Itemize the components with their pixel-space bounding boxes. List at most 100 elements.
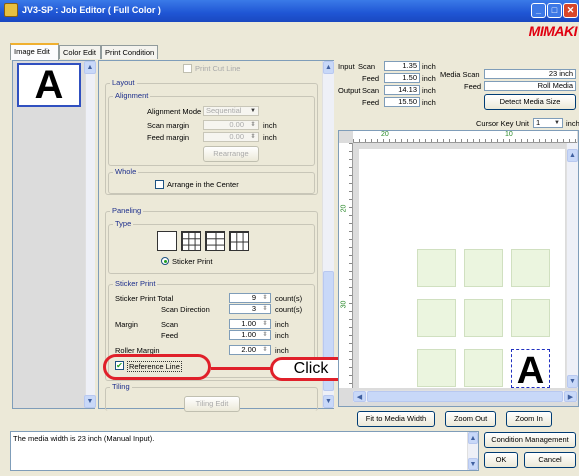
input-scan-label: Scan: [358, 62, 376, 71]
thumbnail-item[interactable]: A: [17, 63, 81, 107]
tiling-edit-button[interactable]: Tiling Edit: [184, 396, 240, 412]
scan-margin-unit: inch: [263, 121, 277, 130]
tab-print-condition[interactable]: Print Condition: [101, 45, 158, 59]
arrange-center-label: Arrange in the Center: [167, 180, 239, 189]
margin-scan-input[interactable]: 1.00 ⇳: [229, 319, 271, 329]
ruler-tick-v30: 30: [340, 300, 348, 309]
alignment-title: Alignment: [113, 91, 151, 100]
input-scan-unit: inch: [422, 62, 436, 71]
alignment-mode-select[interactable]: Sequential ▼: [203, 106, 259, 116]
cancel-button[interactable]: Cancel: [524, 452, 576, 468]
input-feed-label: Feed: [362, 74, 380, 83]
maximize-button[interactable]: □: [547, 3, 562, 18]
output-label: Output: [338, 86, 361, 95]
margin-label: Margin: [115, 320, 138, 329]
margin-feed-unit: inch: [275, 331, 289, 340]
sticker-total-label: Sticker Print Total: [115, 294, 174, 303]
whole-title: Whole: [113, 167, 139, 176]
ruler-tick-20: 20: [381, 131, 389, 138]
zoom-in-button[interactable]: Zoom In: [506, 411, 552, 427]
sticker-tile: [464, 249, 503, 287]
scroll-down-button[interactable]: ▼: [84, 395, 96, 408]
cursor-key-unit-select[interactable]: 1 ▼: [533, 118, 563, 128]
scan-margin-label: Scan margin: [147, 121, 190, 130]
print-cut-line-checkbox[interactable]: [183, 64, 192, 73]
feed-margin-input[interactable]: 0.00 ⇳: [203, 132, 259, 142]
output-feed-label: Feed: [362, 98, 380, 107]
output-feed-value: 15.50: [384, 97, 420, 107]
fit-to-media-width-button[interactable]: Fit to Media Width: [357, 411, 435, 427]
zoom-out-button[interactable]: Zoom Out: [445, 411, 496, 427]
arrange-center-checkbox[interactable]: [155, 180, 164, 189]
minimize-button[interactable]: _: [531, 3, 546, 18]
sticker-total-input[interactable]: 9 ⇳: [229, 293, 271, 303]
margin-feed-input[interactable]: 1.00 ⇳: [229, 330, 271, 340]
panel-type-single[interactable]: [157, 231, 177, 251]
media-scan-value: 23 inch: [484, 69, 576, 79]
preview-v-scrollbar[interactable]: ▲ ▼: [566, 143, 578, 388]
scroll-up-button[interactable]: ▲: [84, 61, 96, 74]
title-bar: JV3-SP : Job Editor ( Full Color ) _ □ ✕: [0, 0, 579, 22]
scan-direction-unit: count(s): [275, 305, 303, 314]
panel-type-grid[interactable]: [181, 231, 201, 251]
scan-margin-input[interactable]: 0.00 ⇳: [203, 120, 259, 130]
ruler-tick-10: 10: [505, 131, 513, 138]
media-feed-value: Roll Media: [484, 81, 576, 91]
cursor-key-unit-label: Cursor Key Unit: [476, 119, 529, 128]
scan-direction-input[interactable]: 3 ⇳: [229, 304, 271, 314]
cursor-key-unit-unit: inch: [566, 119, 579, 128]
preview-scroll-up[interactable]: ▲: [567, 149, 578, 162]
thumbnail-list: A ▲ ▼: [12, 60, 96, 409]
thumbnail-letter: A: [34, 63, 64, 107]
preview-scroll-right[interactable]: ▶: [564, 391, 577, 402]
tab-image-edit[interactable]: Image Edit: [10, 43, 59, 60]
type-title: Type: [113, 219, 134, 228]
sticker-tile: [464, 349, 503, 387]
margin-scan-label: Scan: [161, 320, 179, 329]
output-scan-label: Scan: [362, 86, 380, 95]
ok-button[interactable]: OK: [484, 452, 518, 468]
media-canvas[interactable]: A: [359, 149, 565, 392]
settings-scroll-down[interactable]: ▼: [323, 395, 334, 408]
sticker-tile: [417, 349, 456, 387]
status-message-box: The media width is 23 inch (Manual Input…: [10, 431, 479, 471]
selected-image[interactable]: A: [511, 349, 550, 392]
roller-margin-unit: inch: [275, 346, 289, 355]
condition-management-button[interactable]: Condition Management: [484, 432, 576, 448]
thumbnail-scrollbar[interactable]: ▲ ▼: [84, 61, 96, 408]
preview-h-scrollbar[interactable]: ◀ ▶: [353, 390, 577, 402]
panel-type-brick[interactable]: [229, 231, 249, 251]
detect-media-size-button[interactable]: Detect Media Size: [484, 94, 576, 110]
sticker-total-unit: count(s): [275, 294, 303, 303]
preview-scroll-down[interactable]: ▼: [567, 375, 578, 388]
preview-scroll-left[interactable]: ◀: [353, 391, 366, 402]
tiling-group: Tiling Tiling Edit: [105, 382, 318, 412]
paneling-title: Paneling: [110, 206, 144, 215]
settings-scrollbar[interactable]: ▲ ▼: [322, 61, 334, 408]
sticker-print-radio[interactable]: [161, 257, 169, 265]
status-scrollbar[interactable]: ▲ ▼: [467, 432, 478, 470]
vertical-ruler: 20 30: [339, 143, 353, 388]
rearrange-button[interactable]: Rearrange: [203, 146, 259, 162]
whole-group: Whole Arrange in the Center: [108, 167, 315, 194]
app-icon: [4, 3, 18, 17]
status-message: The media width is 23 inch (Manual Input…: [13, 434, 155, 443]
status-scroll-up[interactable]: ▲: [468, 432, 478, 444]
preview-h-thumb[interactable]: [367, 391, 563, 402]
callout-connector: [211, 367, 271, 370]
settings-scroll-up[interactable]: ▲: [323, 61, 334, 74]
close-button[interactable]: ✕: [563, 3, 578, 18]
sticker-print-radio-label: Sticker Print: [172, 257, 213, 266]
sticker-tile: [511, 249, 550, 287]
sticker-tile: [417, 299, 456, 337]
tab-color-edit[interactable]: Color Edit: [59, 45, 101, 59]
status-scroll-down[interactable]: ▼: [468, 458, 478, 470]
window-title: JV3-SP : Job Editor ( Full Color ): [22, 5, 161, 15]
tiling-title: Tiling: [110, 382, 132, 391]
type-group: Type Sticker Print: [108, 219, 315, 274]
input-label: Input: [338, 62, 355, 71]
roller-margin-input[interactable]: 2.00 ⇳: [229, 345, 271, 355]
panel-type-offset[interactable]: [205, 231, 225, 251]
layout-group: Layout Alignment Alignment Mode Sequenti…: [105, 78, 318, 195]
scan-direction-label: Scan Direction: [161, 305, 210, 314]
